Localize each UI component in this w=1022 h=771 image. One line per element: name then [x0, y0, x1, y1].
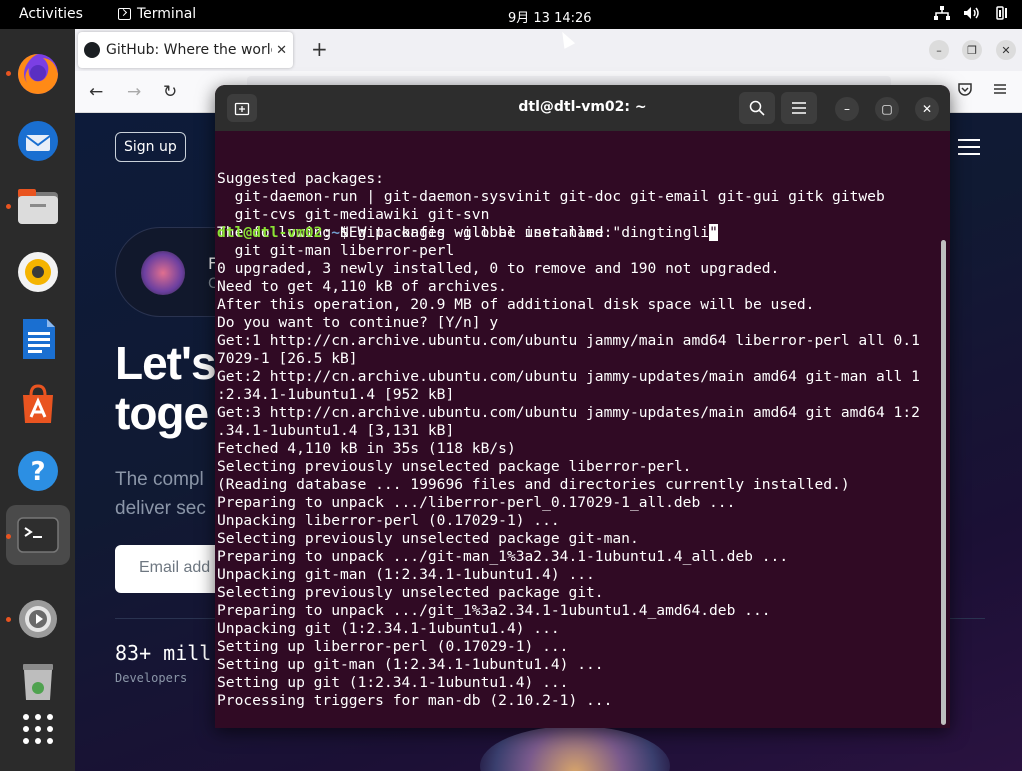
app-menu[interactable]: Terminal: [118, 6, 196, 22]
terminal-line: Selecting previously unselected package …: [217, 530, 639, 547]
tab-bar: GitHub: Where the world ✕ + – ❐ ✕: [75, 29, 1022, 71]
terminal-line: Setting up git (1:2.34.1-1ubuntu1.4) ...: [217, 674, 569, 691]
tab-close-icon[interactable]: ✕: [276, 43, 287, 58]
terminal-line: Preparing to unpack .../git_1%3a2.34.1-1…: [217, 602, 771, 619]
hero-line-1: Let's: [115, 337, 217, 389]
thunderbird-icon[interactable]: [14, 117, 62, 165]
terminal-line: 7029-1 [26.5 kB]: [217, 350, 358, 367]
hero-sub-line-2: deliver sec: [115, 498, 206, 519]
back-button[interactable]: ←: [89, 82, 103, 102]
command-text: git config -global user.name "dingtingli: [357, 224, 710, 241]
help-icon[interactable]: ?: [14, 447, 62, 495]
pocket-icon[interactable]: [957, 81, 973, 102]
scrollbar[interactable]: [941, 240, 946, 725]
minimize-icon[interactable]: –: [929, 40, 949, 60]
dock: ?: [0, 29, 75, 771]
files-icon[interactable]: [14, 183, 62, 231]
text-cursor: ": [709, 224, 718, 241]
prompt-user: dtl@dtl-vm02: [217, 224, 323, 241]
terminal-line: Selecting previously unselected package …: [217, 584, 604, 601]
terminal-header: dtl@dtl-vm02: ~ – ▢ ✕: [215, 85, 950, 131]
hamburger-menu-icon[interactable]: [958, 139, 980, 160]
reload-button[interactable]: ↻: [163, 82, 177, 102]
libreoffice-writer-icon[interactable]: [14, 315, 62, 363]
forward-button[interactable]: →: [127, 82, 141, 102]
terminal-line: Unpacking liberror-perl (0.17029-1) ...: [217, 512, 560, 529]
clock[interactable]: 9月 13 14:26: [508, 7, 592, 26]
running-indicator: [6, 204, 11, 209]
hero-sub-line-1: The compl: [115, 469, 204, 490]
app-center-icon[interactable]: [14, 380, 62, 428]
github-favicon-icon: [84, 42, 100, 58]
terminal-line: Need to get 4,110 kB of archives.: [217, 278, 507, 295]
trash-icon[interactable]: [14, 657, 62, 705]
prompt-separator: :: [322, 224, 332, 241]
prompt-dollar: $: [340, 224, 358, 241]
top-bar: Activities Terminal 9月 13 14:26: [0, 0, 1022, 29]
tab-title: GitHub: Where the world: [106, 42, 273, 58]
network-icon[interactable]: [934, 6, 950, 24]
maximize-icon[interactable]: ❐: [962, 40, 982, 60]
running-indicator: [6, 617, 11, 622]
app-menu-label: Terminal: [137, 6, 197, 22]
terminal-line: Get:3 http://cn.archive.ubuntu.com/ubunt…: [217, 404, 920, 421]
terminal-line: git-cvs git-mediawiki git-svn: [217, 206, 490, 223]
running-indicator: [6, 71, 11, 76]
terminal-icon: [118, 8, 131, 20]
terminal-line: .34.1-1ubuntu1.4 [3,131 kB]: [217, 422, 455, 439]
terminal-line: Setting up liberror-perl (0.17029-1) ...: [217, 638, 569, 655]
terminal-line: After this operation, 20.9 MB of additio…: [217, 296, 815, 313]
terminal-window: dtl@dtl-vm02: ~ – ▢ ✕ Suggested packages…: [215, 85, 950, 728]
terminal-line: Get:2 http://cn.archive.ubuntu.com/ubunt…: [217, 368, 920, 385]
terminal-line: Unpacking git-man (1:2.34.1-1ubuntu1.4) …: [217, 566, 595, 583]
activities-button[interactable]: Activities: [19, 6, 83, 22]
tab-github[interactable]: GitHub: Where the world ✕: [78, 32, 293, 68]
system-tray[interactable]: [934, 5, 1010, 25]
terminal-line: Unpacking git (1:2.34.1-1ubuntu1.4) ...: [217, 620, 560, 637]
power-icon[interactable]: [994, 5, 1010, 25]
close-icon[interactable]: ✕: [996, 40, 1016, 60]
stat-label: Developers: [115, 671, 188, 685]
terminal-line: Selecting previously unselected package …: [217, 458, 692, 475]
volume-icon[interactable]: [963, 6, 981, 24]
sign-up-button[interactable]: Sign up: [115, 132, 186, 162]
svg-text:?: ?: [30, 457, 45, 487]
prompt-line[interactable]: dtl@dtl-vm02:~$ git config -global user.…: [217, 224, 937, 242]
terminal-icon[interactable]: [14, 511, 62, 559]
software-updater-icon[interactable]: [14, 595, 62, 643]
mascot-illustration: [480, 726, 670, 771]
menu-icon[interactable]: [992, 81, 1008, 102]
hero-heading: Let's toge: [115, 337, 217, 439]
hero-subtitle: The compl deliver sec: [115, 465, 206, 523]
search-icon[interactable]: [739, 92, 775, 124]
terminal-line: Setting up git-man (1:2.34.1-1ubuntu1.4)…: [217, 656, 604, 673]
terminal-output[interactable]: Suggested packages: git-daemon-run | git…: [217, 134, 937, 709]
minimize-icon[interactable]: –: [835, 97, 859, 121]
close-icon[interactable]: ✕: [915, 97, 939, 121]
firefox-icon[interactable]: [14, 50, 62, 98]
prompt-path: ~: [331, 224, 341, 241]
terminal-line: Preparing to unpack .../liberror-perl_0.…: [217, 494, 736, 511]
new-tab-button[interactable]: +: [311, 37, 328, 61]
terminal-line: Get:1 http://cn.archive.ubuntu.com/ubunt…: [217, 332, 920, 349]
hamburger-menu-icon[interactable]: [781, 92, 817, 124]
stat-value: 83+ mill: [115, 641, 212, 665]
running-indicator: [6, 534, 11, 539]
hero-line-2: toge: [115, 387, 209, 439]
terminal-line: git-daemon-run | git-daemon-sysvinit git…: [217, 188, 885, 205]
maximize-icon[interactable]: ▢: [875, 97, 899, 121]
terminal-line: (Reading database ... 199696 files and d…: [217, 476, 850, 493]
rhythmbox-icon[interactable]: [14, 248, 62, 296]
terminal-line: Processing triggers for man-db (2.10.2-1…: [217, 692, 613, 709]
terminal-line: :2.34.1-1ubuntu1.4 [952 kB]: [217, 386, 455, 403]
terminal-line: Fetched 4,110 kB in 35s (118 kB/s): [217, 440, 516, 457]
terminal-line: git git-man liberror-perl: [217, 242, 455, 259]
terminal-line: Do you want to continue? [Y/n] y: [217, 314, 499, 331]
terminal-line: 0 upgraded, 3 newly installed, 0 to remo…: [217, 260, 780, 277]
terminal-line: Suggested packages:: [217, 170, 384, 187]
terminal-line: Preparing to unpack .../git-man_1%3a2.34…: [217, 548, 789, 565]
show-apps-icon[interactable]: [14, 705, 62, 753]
universe-logo-icon: [141, 251, 185, 295]
